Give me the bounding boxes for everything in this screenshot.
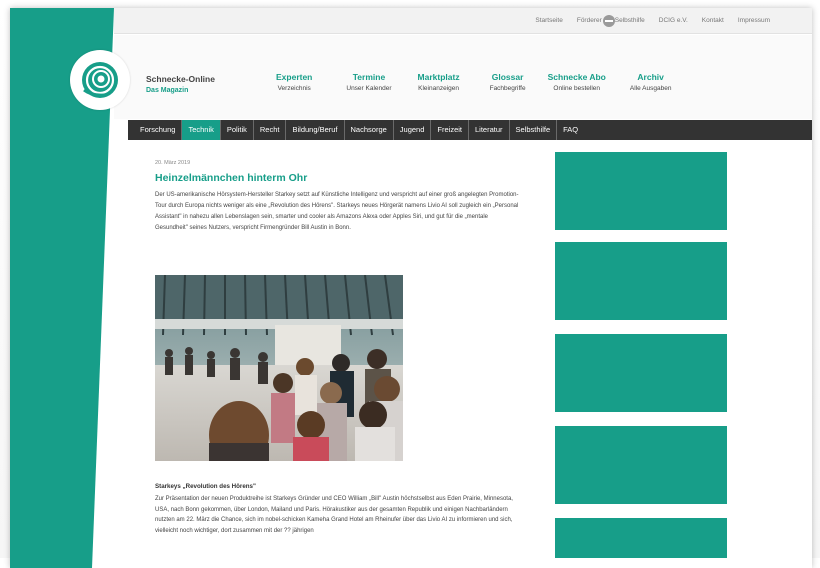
nav-glossar[interactable]: Glossar Fachbegriffe <box>490 72 526 92</box>
category-faq[interactable]: FAQ <box>557 120 584 140</box>
category-forschung[interactable]: Forschung <box>134 120 183 140</box>
nav-termine[interactable]: Termine Unser Kalender <box>346 72 391 92</box>
category-jugend[interactable]: Jugend <box>394 120 432 140</box>
article: 20. März 2019 Heinzelmännchen hinterm Oh… <box>146 152 530 568</box>
utility-link-imprint[interactable]: Impressum <box>738 17 770 24</box>
sidebar-ad-2[interactable] <box>555 242 727 320</box>
category-nachsorge[interactable]: Nachsorge <box>345 120 394 140</box>
utility-link-contact[interactable]: Kontakt <box>702 17 724 24</box>
spiral-snail-logo <box>82 62 118 98</box>
nav-title: Schnecke Abo <box>547 72 606 82</box>
nav-schnecke-abo[interactable]: Schnecke Abo Online bestellen <box>548 72 606 92</box>
web-page: Startseite Förderer der Selbsthilfe DCIG… <box>10 8 812 568</box>
category-politik[interactable]: Politik <box>221 120 254 140</box>
site-name: Schnecke-Online <box>146 74 215 84</box>
utility-link-dcig[interactable]: DCIG e.V. <box>659 17 688 24</box>
category-recht[interactable]: Recht <box>254 120 287 140</box>
logo-badge[interactable] <box>70 50 130 110</box>
sidebar-ad-1[interactable] <box>555 152 727 230</box>
nav-subtitle: Fachbegriffe <box>489 85 526 92</box>
article-photo <box>155 275 403 461</box>
nav-marktplatz[interactable]: Marktplatz Kleinanzeigen <box>418 72 460 92</box>
globe-icon[interactable] <box>602 14 616 28</box>
sidebar-ad-3[interactable] <box>555 334 727 412</box>
nav-title: Termine <box>352 72 386 82</box>
nav-archiv[interactable]: Archiv Alle Ausgaben <box>630 72 672 92</box>
sidebar-ad-4[interactable] <box>555 426 727 504</box>
nav-title: Marktplatz <box>417 72 460 82</box>
nav-experten[interactable]: Experten Verzeichnis <box>276 72 312 92</box>
nav-subtitle: Kleinanzeigen <box>418 85 459 92</box>
category-freizeit[interactable]: Freizeit <box>431 120 469 140</box>
article-intro: Der US-amerikanische Hörsystem-Herstelle… <box>155 192 519 231</box>
category-technik[interactable]: Technik <box>182 120 221 140</box>
nav-subtitle: Unser Kalender <box>346 85 392 92</box>
article-subheading: Starkeys „Revolution des Hörens" <box>155 483 256 490</box>
nav-title: Experten <box>276 72 313 82</box>
main-nav: Experten Verzeichnis Termine Unser Kalen… <box>276 72 671 92</box>
sidebar-ad-5[interactable] <box>555 518 727 558</box>
event-crowd-photo <box>155 275 403 461</box>
screen-background: Startseite Förderer der Selbsthilfe DCIG… <box>0 0 820 568</box>
category-selbsthilfe[interactable]: Selbsthilfe <box>510 120 558 140</box>
site-subtitle: Das Magazin <box>146 87 189 94</box>
nav-subtitle: Verzeichnis <box>277 85 311 92</box>
utility-bar: Startseite Förderer der Selbsthilfe DCIG… <box>114 8 812 34</box>
nav-title: Archiv <box>637 72 664 82</box>
article-headline[interactable]: Heinzelmännchen hinterm Ohr <box>155 172 530 184</box>
nav-subtitle: Online bestellen <box>553 85 601 92</box>
category-bar: Forschung Technik Politik Recht Bildung/… <box>128 120 812 140</box>
article-date: 20. März 2019 <box>155 160 191 166</box>
utility-link-home[interactable]: Startseite <box>535 17 562 24</box>
nav-subtitle: Alle Ausgaben <box>629 85 672 92</box>
category-bildung-beruf[interactable]: Bildung/Beruf <box>286 120 345 140</box>
article-body: Zur Präsentation der neuen Produktreihe … <box>155 496 513 534</box>
utility-nav: Startseite Förderer der Selbsthilfe DCIG… <box>535 17 770 24</box>
nav-title: Glossar <box>491 72 524 82</box>
category-literatur[interactable]: Literatur <box>469 120 510 140</box>
brand[interactable]: Schnecke-Online Das Magazin <box>146 74 215 94</box>
